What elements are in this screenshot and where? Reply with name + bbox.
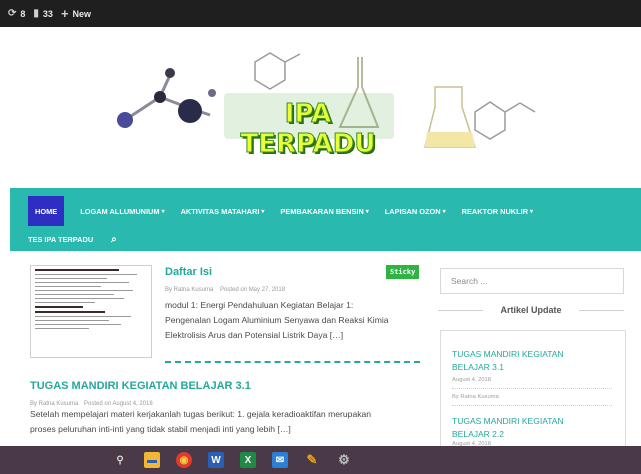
nav-label: PEMBAKARAN BENSIN [280,206,364,216]
post-date[interactable]: Posted on May 27, 2018 [220,287,285,293]
nav-item-home[interactable]: HOME [28,196,65,226]
nav-item-logam-allumunium[interactable]: LOGAM ALLUMUNIUM ▾ [80,196,164,226]
excerpt-line: Pengenalan Logam Aluminium Senyawa dan R… [165,315,389,325]
nav-label: REAKTOR NUKLIR [461,206,529,216]
excerpt-line: proses peluruhan inti-inti yang tidak st… [30,424,291,434]
mail-icon[interactable]: ✉ [272,452,288,468]
atom-icon [178,99,202,123]
chevron-down-icon: ▾ [530,208,534,215]
nav-item-lapisan-ozon[interactable]: LAPISAN OZON ▾ [385,196,446,226]
recent-post-title-line: TUGAS MANDIRI KEGIATAN [452,416,564,426]
admin-bar: ⟳ 8 ▮ 33 + New [0,0,641,27]
nav-item-pembakaran-bensin[interactable]: PEMBAKARAN BENSIN ▾ [280,196,368,226]
search-icon[interactable]: ⌕ [111,234,117,245]
nav-label: HOME [35,206,58,216]
atom-icon [208,89,216,97]
chevron-down-icon: ▾ [365,208,369,215]
post-author[interactable]: By Ratna Kusuma [165,287,213,293]
sidebar-search-input[interactable]: Search ... [440,268,624,294]
post-divider [165,361,420,363]
recent-post-link[interactable]: TUGAS MANDIRI KEGIATAN BELAJAR 3.1 [452,348,564,374]
admin-new[interactable]: + New [60,5,92,21]
widget-title: Artikel Update [438,305,624,315]
nav-row-primary: HOME LOGAM ALLUMUNIUM ▾ AKTIVITAS MATAHAR… [28,196,549,226]
excerpt-line: modul 1: Energi Pendahuluan Kegiatan Bel… [165,300,354,310]
nav-label: LOGAM ALLUMUNIUM [80,206,160,216]
search-icon[interactable]: ⚲ [112,452,128,468]
chevron-down-icon: ▾ [161,208,165,215]
updates-count: 8 [20,8,26,19]
widget-divider [452,405,612,406]
nav-item-reaktor-nuklir[interactable]: REAKTOR NUKLIR ▾ [462,196,533,226]
recent-post-date: August 4, 2018 [452,377,491,383]
refresh-icon: ⟳ [8,7,17,19]
nav-label: LAPISAN OZON [384,206,441,216]
excerpt-line: Elektrolisis Arus dan Potensial Listrik … [165,330,344,340]
post-excerpt: modul 1: Energi Pendahuluan Kegiatan Bel… [165,298,389,343]
post-title-link[interactable]: TUGAS MANDIRI KEGIATAN BELAJAR 3.1 [30,380,251,392]
file-explorer-icon[interactable]: ▬ [144,452,160,468]
chevron-down-icon: ▾ [261,208,265,215]
comment-icon: ▮ [33,7,39,19]
site-title[interactable]: IPA TERPADU [226,99,390,160]
recent-post-title-line: BELAJAR 2.2 [452,429,504,439]
admin-comments[interactable]: ▮ 33 [33,7,53,19]
sticky-badge: Sticky [386,265,420,279]
post-thumbnail[interactable] [30,265,152,358]
word-icon[interactable]: W [208,452,224,468]
nav-row-secondary: TES IPA TERPADU ⌕ [28,231,117,247]
post-excerpt: Setelah mempelajari materi kerjakanlah t… [30,407,371,437]
recent-post-title-line: TUGAS MANDIRI KEGIATAN [452,349,564,359]
chevron-down-icon: ▾ [442,208,446,215]
recent-post-author: By Ratna Kusuma [452,394,499,400]
post-title-link[interactable]: Daftar Isi [165,266,212,278]
atom-icon [154,91,166,103]
widget-divider [452,388,612,389]
plus-icon: + [60,5,69,21]
atom-icon [165,68,175,78]
excel-icon[interactable]: X [240,452,256,468]
nav-label: AKTIVITAS MATAHARI [180,206,260,216]
new-label: New [72,8,92,19]
nav-label: TES IPA TERPADU [28,234,94,244]
beaker-liquid [425,132,475,147]
nav-item-aktivitas-matahari[interactable]: AKTIVITAS MATAHARI ▾ [181,196,265,226]
atom-icon [117,112,133,128]
recent-post-link[interactable]: TUGAS MANDIRI KEGIATAN BELAJAR 2.2 [452,415,564,441]
site-header: IPA TERPADU [0,27,641,187]
tool-icon[interactable]: ⚙ [336,452,352,468]
taskbar [0,446,641,474]
recent-post-title-line: BELAJAR 3.1 [452,362,504,372]
paint-icon[interactable]: ✎ [304,452,320,468]
excerpt-line: Setelah mempelajari materi kerjakanlah t… [30,409,372,419]
admin-updates[interactable]: ⟳ 8 [8,7,26,19]
nav-item-tes-ipa-terpadu[interactable]: TES IPA TERPADU [28,231,93,247]
chrome-icon[interactable]: ◉ [176,452,192,468]
main-navigation: HOME LOGAM ALLUMUNIUM ▾ AKTIVITAS MATAHAR… [10,188,641,251]
comments-count: 33 [42,8,53,19]
